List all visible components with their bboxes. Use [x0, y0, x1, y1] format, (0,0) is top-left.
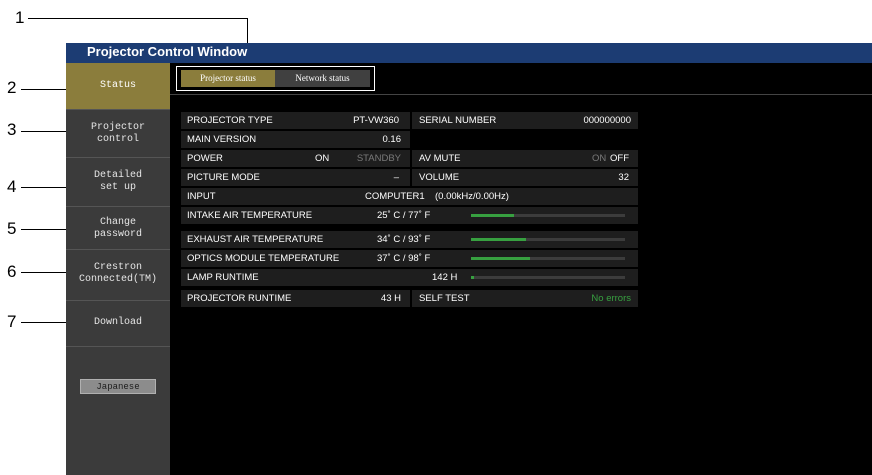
picture-mode-value: – — [393, 172, 399, 183]
projector-type-value: PT-VW360 — [353, 115, 399, 126]
main-version-label: MAIN VERSION — [187, 134, 257, 145]
sidebar-item-label: Status — [99, 80, 136, 91]
sidebar-item-projector-control[interactable]: Projector control — [66, 110, 170, 156]
sidebar-item-label: Connected(TM) — [78, 274, 157, 285]
window-title: Projector Control Window — [87, 44, 248, 59]
status-row-picture-mode: PICTURE MODE – — [181, 169, 410, 186]
input-label: INPUT — [187, 191, 216, 202]
sidebar-divider — [66, 346, 170, 347]
power-label: POWER — [187, 153, 223, 164]
status-row-lamp-runtime: LAMP RUNTIME 142 H — [181, 269, 638, 286]
projector-runtime-value: 43 H — [380, 293, 401, 304]
status-row-av-mute: AV MUTE ON OFF — [412, 150, 638, 167]
av-mute-on-indicator: ON — [592, 153, 607, 164]
sidebar-item-crestron-connected[interactable]: Crestron Connected(TM) — [66, 250, 170, 292]
picture-mode-label: PICTURE MODE — [187, 172, 260, 183]
callout-2-line — [21, 89, 71, 90]
japanese-language-button[interactable]: Japanese — [80, 379, 156, 394]
serial-number-value: 000000000 — [583, 115, 631, 126]
callout-2: 2 — [7, 78, 17, 97]
status-row-input: INPUT COMPUTER1 (0.00kHz/0.00Hz) — [181, 188, 638, 205]
intake-temperature-label: INTAKE AIR TEMPERATURE — [187, 210, 313, 221]
lamp-runtime-bar — [471, 276, 625, 279]
optics-temperature-value: 37˚ C / 98˚ F — [377, 253, 431, 264]
sidebar-item-detailed-set-up[interactable]: Detailed set up — [66, 158, 170, 206]
title-bar: Projector Control Window — [66, 43, 872, 63]
exhaust-temperature-value: 34˚ C / 93˚ F — [377, 234, 431, 245]
sidebar-item-label: Change — [99, 217, 136, 228]
projector-runtime-label: PROJECTOR RUNTIME — [187, 293, 292, 304]
status-row-power: POWER ON STANDBY — [181, 150, 410, 167]
input-value: COMPUTER1 — [365, 191, 425, 202]
serial-number-label: SERIAL NUMBER — [419, 115, 497, 126]
status-row-projector-type: PROJECTOR TYPE PT-VW360 — [181, 112, 410, 129]
sidebar-item-status[interactable]: Status — [66, 63, 170, 109]
sidebar-item-download[interactable]: Download — [66, 301, 170, 346]
self-test-label: SELF TEST — [419, 293, 470, 304]
projector-type-label: PROJECTOR TYPE — [187, 115, 273, 126]
status-row-serial-number: SERIAL NUMBER 000000000 — [412, 112, 638, 129]
sidebar-item-label: Download — [93, 317, 142, 328]
intake-temperature-value: 25˚ C / 77˚ F — [377, 210, 431, 221]
status-row-self-test: SELF TEST No errors — [412, 290, 638, 307]
input-frequency: (0.00kHz/0.00Hz) — [435, 191, 509, 202]
status-row-optics-temperature: OPTICS MODULE TEMPERATURE 37˚ C / 98˚ F — [181, 250, 638, 267]
status-row-main-version: MAIN VERSION 0.16 — [181, 131, 410, 148]
sidebar: Status Projector control Detailed set up… — [66, 63, 170, 475]
intake-temperature-bar-fill — [471, 214, 515, 217]
self-test-value: No errors — [591, 293, 631, 304]
av-mute-off-indicator: OFF — [610, 153, 629, 164]
power-on-indicator: ON — [315, 153, 330, 164]
status-row-intake-temperature: INTAKE AIR TEMPERATURE 25˚ C / 77˚ F — [181, 207, 638, 224]
exhaust-temperature-bar-fill — [471, 238, 527, 241]
exhaust-temperature-bar — [471, 238, 625, 241]
tab-network-status[interactable]: Network status — [275, 70, 370, 87]
sidebar-item-change-password[interactable]: Change password — [66, 207, 170, 249]
callout-1: 1 — [15, 8, 25, 27]
exhaust-temperature-label: EXHAUST AIR TEMPERATURE — [187, 234, 324, 245]
lamp-runtime-label: LAMP RUNTIME — [187, 272, 259, 283]
main-version-value: 0.16 — [382, 134, 402, 145]
optics-temperature-label: OPTICS MODULE TEMPERATURE — [187, 253, 340, 264]
intake-temperature-bar — [471, 214, 625, 217]
sidebar-item-label: set up — [99, 182, 136, 193]
sidebar-item-label: control — [96, 134, 139, 145]
optics-temperature-bar-fill — [471, 257, 530, 260]
callout-7: 7 — [7, 312, 17, 331]
sidebar-item-label: Projector — [90, 122, 145, 133]
sidebar-item-label: password — [93, 229, 142, 240]
volume-value: 32 — [618, 172, 629, 183]
sidebar-item-label: Detailed — [93, 170, 142, 181]
tab-projector-status[interactable]: Projector status — [181, 70, 275, 87]
callout-4: 4 — [7, 177, 17, 196]
status-row-volume: VOLUME 32 — [412, 169, 638, 186]
optics-temperature-bar — [471, 257, 625, 260]
tab-divider — [170, 94, 872, 95]
callout-5: 5 — [7, 219, 17, 238]
callout-1-line — [28, 18, 248, 19]
status-row-exhaust-temperature: EXHAUST AIR TEMPERATURE 34˚ C / 93˚ F — [181, 231, 638, 248]
power-standby-indicator: STANDBY — [356, 153, 401, 164]
lamp-runtime-bar-fill — [471, 276, 475, 279]
callout-6: 6 — [7, 262, 17, 281]
callout-3: 3 — [7, 120, 17, 139]
sidebar-item-label: Crestron — [93, 262, 142, 273]
av-mute-label: AV MUTE — [419, 153, 461, 164]
lamp-runtime-value: 142 H — [432, 272, 458, 283]
status-row-projector-runtime: PROJECTOR RUNTIME 43 H — [181, 290, 410, 307]
volume-label: VOLUME — [419, 172, 460, 183]
